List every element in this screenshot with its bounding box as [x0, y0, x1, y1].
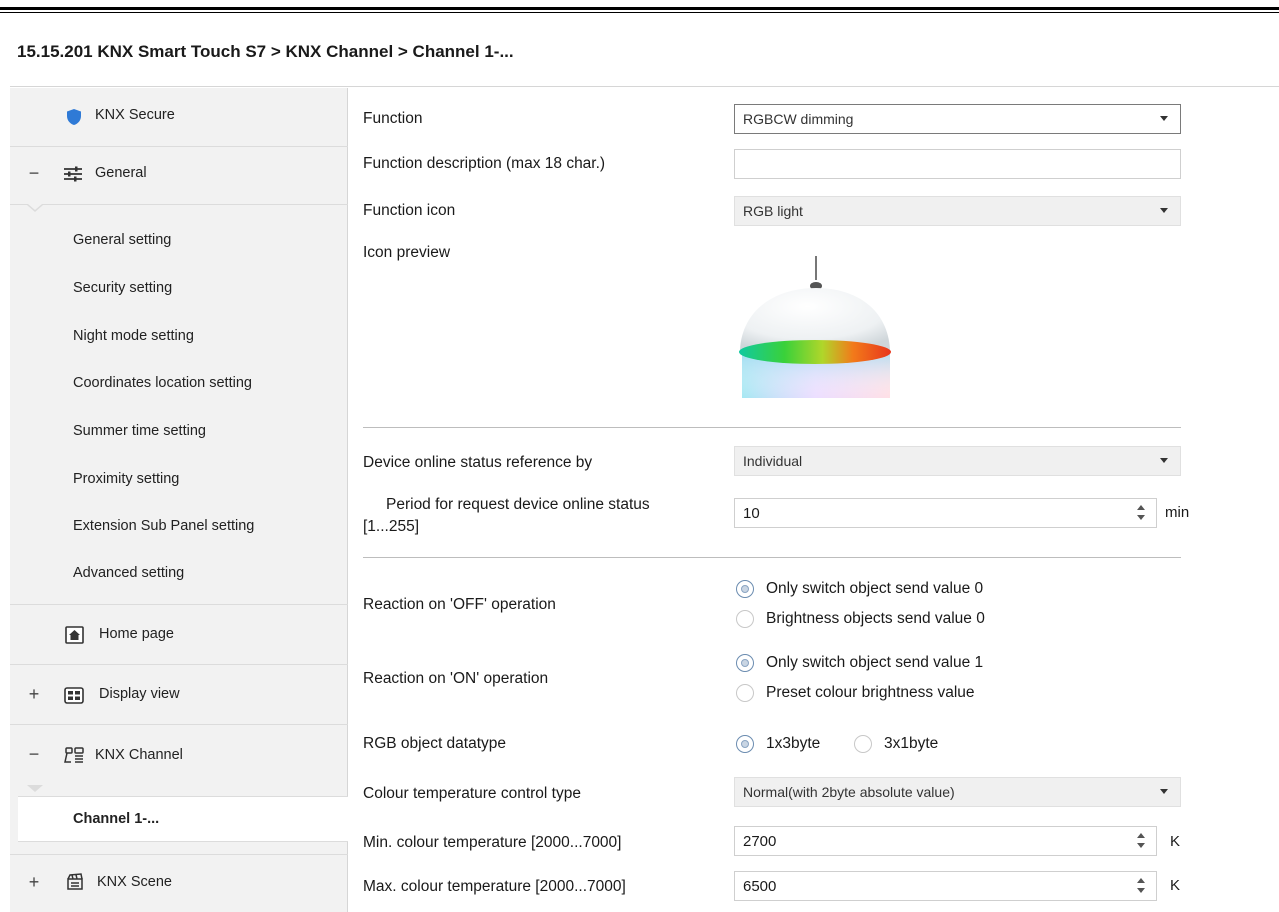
online-status-ref-select-value: Individual — [743, 453, 803, 469]
spin-arrows-icon[interactable] — [1136, 876, 1146, 896]
ct-control-type-label: Colour temperature control type — [363, 785, 581, 802]
breadcrumb: 15.15.201 KNX Smart Touch S7 > KNX Chann… — [17, 42, 514, 61]
sliders-icon — [63, 164, 83, 184]
sidebar-item-label: KNX Channel — [95, 747, 183, 763]
reaction-off-option-0[interactable]: Only switch object send value 0 — [736, 580, 983, 598]
sidebar-item-label: KNX Secure — [95, 107, 175, 123]
sidebar-item-label: KNX Scene — [97, 874, 172, 890]
radio-unselected-icon — [736, 684, 754, 702]
sidebar-subitem-coordinates-location-setting[interactable]: Coordinates location setting — [73, 375, 252, 391]
rgb-datatype-option-0[interactable]: 1x3byte — [736, 735, 820, 753]
reaction-off-label: Reaction on 'OFF' operation — [363, 596, 556, 613]
function-description-label: Function description (max 18 char.) — [363, 155, 606, 172]
function-description-input[interactable] — [734, 149, 1181, 179]
sidebar-item-channel-1-active[interactable] — [18, 796, 348, 842]
online-status-ref-select[interactable]: Individual — [734, 446, 1181, 476]
radio-selected-icon — [736, 580, 754, 598]
spin-arrows-icon[interactable] — [1136, 831, 1146, 851]
reaction-on-option-0[interactable]: Only switch object send value 1 — [736, 654, 983, 672]
channel-icon — [63, 745, 85, 765]
max-ct-value: 6500 — [743, 877, 777, 895]
sidebar-item-knx-scene[interactable]: + KNX Scene — [10, 855, 348, 912]
spin-arrows-icon[interactable] — [1136, 503, 1146, 523]
function-icon-select[interactable]: RGB light — [734, 196, 1181, 226]
reaction-on-label: Reaction on 'ON' operation — [363, 670, 549, 687]
radio-unselected-icon — [854, 735, 872, 753]
radio-label: Brightness objects send value 0 — [766, 610, 985, 627]
dropdown-caret-icon — [1160, 789, 1168, 794]
sidebar-item-home-page[interactable]: Home page — [10, 605, 348, 664]
max-ct-unit: K — [1170, 877, 1181, 894]
request-period-label-line1: Period for request device online status — [386, 496, 650, 513]
scene-icon — [65, 872, 85, 892]
sidebar-subitem-night-mode-setting[interactable]: Night mode setting — [73, 328, 194, 344]
document-rule-thick — [0, 7, 1279, 10]
header-divider — [10, 86, 1279, 87]
request-period-label-line2: [1...255] — [363, 518, 420, 535]
ct-control-type-select[interactable]: Normal(with 2byte absolute value) — [734, 777, 1181, 807]
sidebar-subitem-advanced-setting[interactable]: Advanced setting — [73, 565, 184, 581]
sidebar-subitem-summer-time-setting[interactable]: Summer time setting — [73, 423, 206, 439]
radio-label: Only switch object send value 0 — [766, 580, 984, 597]
rgb-datatype-option-1[interactable]: 3x1byte — [854, 735, 938, 753]
sidebar-item-channel-1-label: Channel 1-... — [73, 811, 160, 827]
sidebar-divider — [10, 204, 348, 205]
shield-icon — [65, 107, 83, 127]
collapse-toggle[interactable]: − — [27, 163, 41, 184]
dropdown-caret-icon — [1160, 458, 1168, 463]
sidebar-item-knx-secure[interactable]: KNX Secure — [10, 88, 348, 146]
sidebar-item-display-view[interactable]: + Display view — [10, 665, 348, 724]
function-icon-select-value: RGB light — [743, 203, 803, 219]
radio-label: Preset colour brightness value — [766, 684, 975, 701]
section-divider — [363, 557, 1181, 558]
dropdown-caret-icon — [1160, 208, 1168, 213]
sidebar-subitem-proximity-setting[interactable]: Proximity setting — [73, 471, 179, 487]
sidebar-item-label: General — [95, 165, 147, 181]
expand-notch-fill — [28, 204, 42, 210]
radio-unselected-icon — [736, 610, 754, 628]
min-ct-value: 2700 — [743, 832, 777, 850]
reaction-on-option-1[interactable]: Preset colour brightness value — [736, 684, 975, 702]
document-rule-thin — [0, 12, 1279, 13]
sidebar: KNX Secure − General General setting Sec… — [10, 88, 348, 912]
display-grid-icon — [64, 685, 84, 705]
expand-notch — [27, 785, 43, 792]
function-icon-label: Function icon — [363, 202, 456, 219]
home-icon — [64, 625, 84, 645]
request-period-value: 10 — [743, 504, 760, 522]
function-select-value: RGBCW dimming — [743, 111, 854, 127]
request-period-unit: min — [1165, 504, 1190, 521]
radio-label: 1x3byte — [766, 735, 821, 752]
ct-control-type-select-value: Normal(with 2byte absolute value) — [743, 784, 955, 800]
radio-label: Only switch object send value 1 — [766, 654, 984, 671]
dropdown-caret-icon — [1160, 116, 1168, 121]
min-ct-unit: K — [1170, 833, 1181, 850]
rgb-datatype-label: RGB object datatype — [363, 735, 507, 752]
function-select[interactable]: RGBCW dimming — [734, 104, 1181, 134]
request-period-stepper[interactable]: 10 — [734, 498, 1157, 528]
sidebar-subitem-extension-sub-panel-setting[interactable]: Extension Sub Panel setting — [73, 518, 254, 534]
max-ct-label: Max. colour temperature [2000...7000] — [363, 878, 626, 895]
sidebar-item-knx-channel[interactable]: − KNX Channel — [10, 725, 348, 785]
online-status-ref-label: Device online status reference by — [363, 454, 593, 471]
min-ct-label: Min. colour temperature [2000...7000] — [363, 834, 622, 851]
sidebar-item-general[interactable]: − General — [10, 147, 348, 203]
sidebar-subitem-security-setting[interactable]: Security setting — [73, 280, 172, 296]
sidebar-item-label: Display view — [99, 686, 180, 702]
expand-toggle[interactable]: + — [27, 872, 41, 893]
section-divider — [363, 427, 1181, 428]
radio-selected-icon — [736, 654, 754, 672]
expand-toggle[interactable]: + — [27, 684, 41, 705]
reaction-off-option-1[interactable]: Brightness objects send value 0 — [736, 610, 985, 628]
sidebar-item-label: Home page — [99, 626, 174, 642]
collapse-toggle[interactable]: − — [27, 744, 41, 765]
function-label: Function — [363, 110, 423, 127]
max-ct-stepper[interactable]: 6500 — [734, 871, 1157, 901]
icon-preview-label: Icon preview — [363, 244, 451, 261]
radio-label: 3x1byte — [884, 735, 939, 752]
rgb-lamp-icon — [730, 250, 900, 410]
sidebar-subitem-general-setting[interactable]: General setting — [73, 232, 171, 248]
radio-selected-icon — [736, 735, 754, 753]
min-ct-stepper[interactable]: 2700 — [734, 826, 1157, 856]
